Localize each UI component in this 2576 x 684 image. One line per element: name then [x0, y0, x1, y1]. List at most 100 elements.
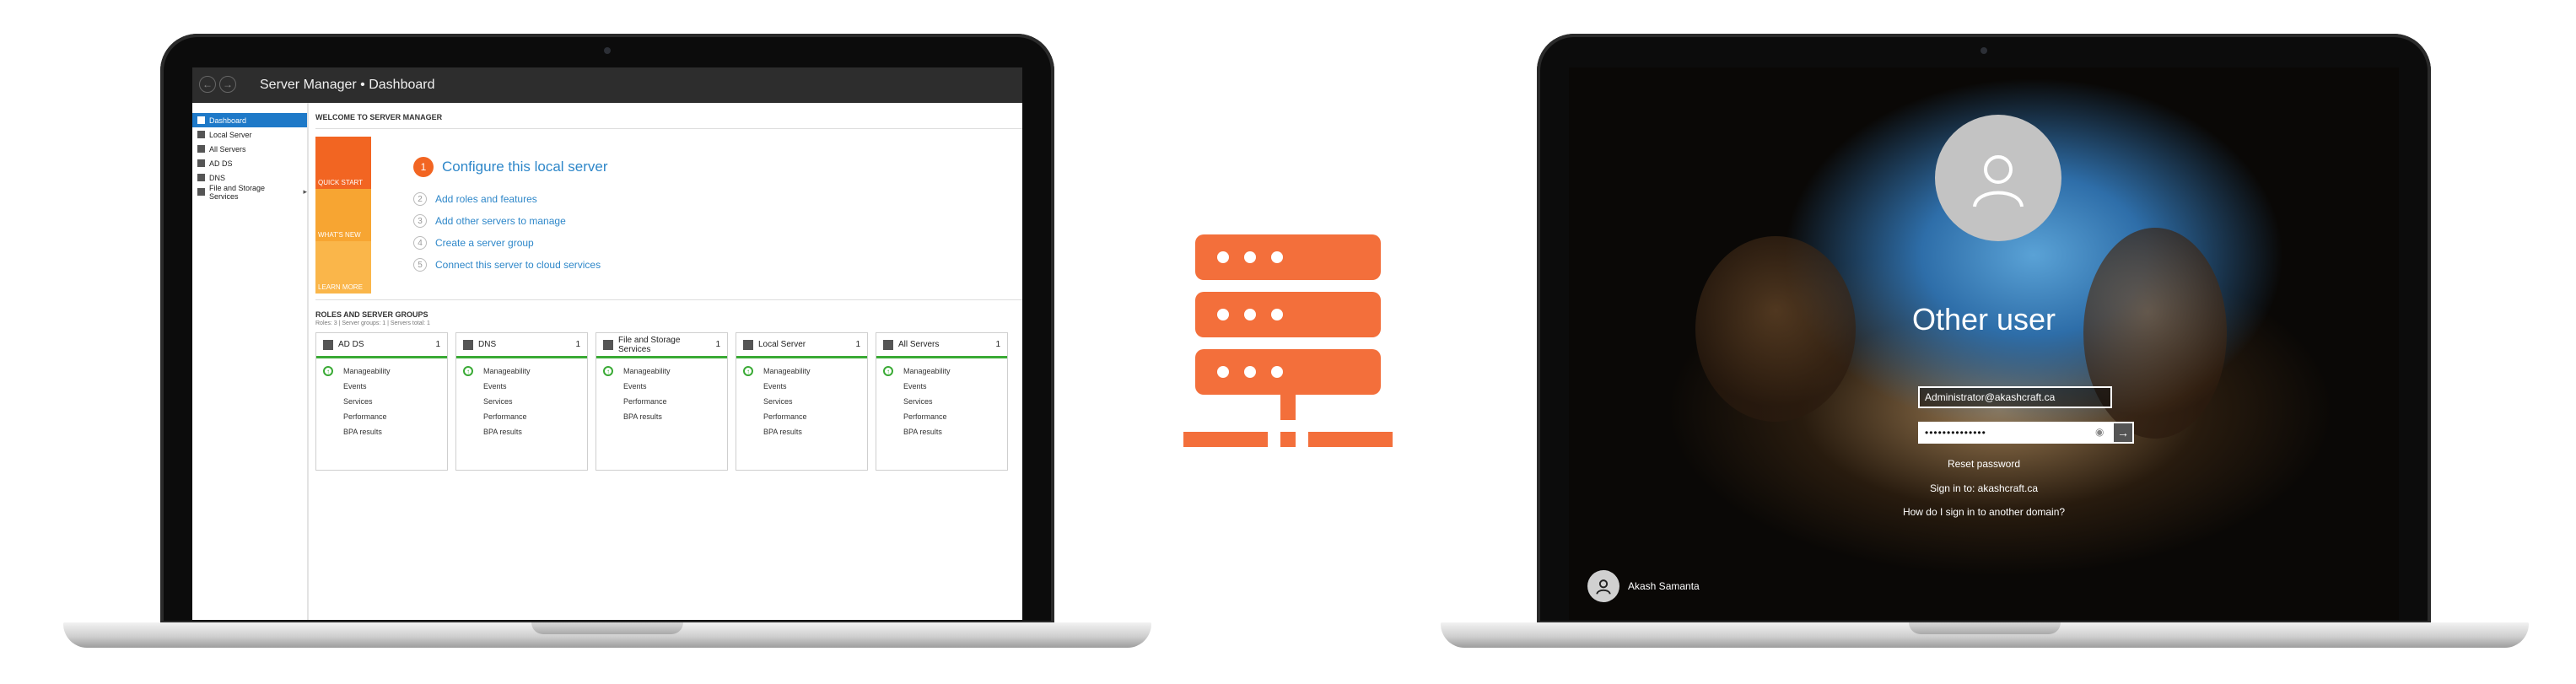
laptop-lid: ← → Server Manager • Dashboard Dashboard… — [160, 34, 1054, 624]
quick-start-tab[interactable]: QUICK START — [315, 137, 371, 189]
user-avatar-small — [1587, 570, 1619, 602]
tile-row[interactable]: Services — [743, 394, 811, 409]
step-number: 2 — [413, 192, 427, 206]
account-switcher[interactable]: Akash Samanta — [1587, 570, 1700, 602]
tile-count: 1 — [715, 340, 720, 349]
forward-arrow-icon[interactable]: → — [219, 76, 236, 93]
learn-more-tab[interactable]: LEARN MORE — [315, 241, 371, 294]
sidebar-item-local-server[interactable]: Local Server — [192, 127, 307, 142]
sign-in-domain-text: Sign in to: akashcraft.ca — [1929, 482, 2039, 494]
server-unit — [1195, 292, 1381, 337]
network-node — [1280, 432, 1296, 447]
title-bar: ← → Server Manager • Dashboard — [192, 67, 1022, 103]
step-cloud-services[interactable]: 5 Connect this server to cloud services — [413, 258, 601, 272]
step-number: 4 — [413, 236, 427, 250]
network-line — [1183, 432, 1268, 447]
dashboard-icon — [197, 116, 205, 124]
tile-all-servers[interactable]: All Servers 1 ↑ Manageability Events Serv… — [876, 332, 1008, 471]
tile-row[interactable]: BPA results — [603, 409, 671, 424]
submit-arrow-button[interactable]: → — [2112, 422, 2134, 444]
eye-icon[interactable]: ◉ — [2095, 426, 2104, 438]
step-add-servers[interactable]: 3 Add other servers to manage — [413, 214, 566, 228]
check-circle-icon: ↑ — [323, 366, 333, 376]
divider — [315, 128, 1022, 129]
user-icon — [1973, 155, 2024, 207]
tile-ad-ds[interactable]: AD DS 1 ↑ Manageability Events Services P… — [315, 332, 448, 471]
network-line — [1308, 432, 1393, 447]
user-icon — [1596, 579, 1611, 595]
sidebar-item-ad-ds[interactable]: AD DS — [192, 156, 307, 170]
tile-row[interactable]: Events — [743, 379, 811, 394]
tile-row[interactable]: Services — [463, 394, 531, 409]
dns-icon — [463, 340, 473, 350]
user-title: Other user — [1911, 302, 2056, 337]
tile-row[interactable]: BPA results — [743, 424, 811, 439]
tile-row[interactable]: Events — [603, 379, 671, 394]
tile-row[interactable]: BPA results — [883, 424, 951, 439]
laptop-base — [63, 622, 1151, 648]
tile-row[interactable]: BPA results — [323, 424, 391, 439]
password-field[interactable]: •••••••••••••• — [1918, 422, 2112, 444]
sidebar-item-dashboard[interactable]: Dashboard — [192, 113, 307, 127]
directory-icon — [323, 340, 333, 350]
tile-row[interactable]: Performance — [883, 409, 951, 424]
tile-count: 1 — [855, 340, 860, 349]
dashboard-main: WELCOME TO SERVER MANAGER QUICK START WH… — [315, 103, 1022, 620]
tile-row[interactable]: ↑ Manageability — [463, 364, 531, 379]
step-number: 5 — [413, 258, 427, 272]
server-icon — [743, 340, 753, 350]
step-configure-server[interactable]: 1 Configure this local server — [413, 157, 608, 177]
servers-icon — [197, 145, 205, 153]
dns-icon — [197, 174, 205, 181]
tile-row[interactable]: BPA results — [463, 424, 531, 439]
tile-dns[interactable]: DNS 1 ↑ Manageability Events Services Per… — [455, 332, 588, 471]
tile-row[interactable]: ↑ Manageability — [883, 364, 951, 379]
network-stem — [1280, 395, 1296, 420]
other-domain-link[interactable]: How do I sign in to another domain? — [1569, 506, 2399, 518]
server-unit — [1195, 234, 1381, 280]
tile-row[interactable]: ↑ Manageability — [323, 364, 391, 379]
tile-file-storage[interactable]: File and Storage Services 1 ↑ Manageabili… — [595, 332, 728, 471]
server-manager-window: ← → Server Manager • Dashboard Dashboard… — [192, 67, 1022, 620]
check-circle-icon: ↑ — [603, 366, 613, 376]
laptop-notch — [531, 622, 683, 634]
tile-row[interactable]: Events — [323, 379, 391, 394]
sidebar-item-all-servers[interactable]: All Servers — [192, 142, 307, 156]
chevron-right-icon[interactable]: ▸ — [303, 187, 307, 197]
server-unit — [1195, 349, 1381, 395]
tile-local-server[interactable]: Local Server 1 ↑ Manageability Events Ser… — [736, 332, 868, 471]
back-arrow-icon[interactable]: ← — [199, 76, 216, 93]
tile-row[interactable]: Performance — [603, 394, 671, 409]
step-create-group[interactable]: 4 Create a server group — [413, 236, 534, 250]
step-number: 1 — [413, 157, 434, 177]
username-field[interactable]: Administrator@akashcraft.ca — [1918, 386, 2112, 408]
roles-heading: ROLES AND SERVER GROUPS — [315, 310, 428, 319]
tile-count: 1 — [575, 340, 580, 349]
tile-row[interactable]: Events — [463, 379, 531, 394]
tile-row[interactable]: ↑ Manageability — [743, 364, 811, 379]
tile-row[interactable]: Services — [323, 394, 391, 409]
tile-row[interactable]: Services — [883, 394, 951, 409]
step-add-roles[interactable]: 2 Add roles and features — [413, 192, 537, 206]
camera — [1981, 47, 1987, 54]
tile-row[interactable]: Performance — [743, 409, 811, 424]
tile-row[interactable]: Performance — [323, 409, 391, 424]
server-icon — [197, 131, 205, 138]
window-title: Server Manager • Dashboard — [260, 78, 435, 92]
tile-row[interactable]: Events — [883, 379, 951, 394]
user-avatar — [1935, 115, 2061, 241]
tile-count: 1 — [435, 340, 440, 349]
whats-new-tab[interactable]: WHAT'S NEW — [315, 189, 371, 241]
reset-password-link[interactable]: Reset password — [1569, 458, 2399, 470]
divider — [315, 299, 1022, 300]
sidebar-item-dns[interactable]: DNS — [192, 170, 307, 185]
account-name: Akash Samanta — [1628, 580, 1700, 592]
check-circle-icon: ↑ — [883, 366, 893, 376]
servers-icon — [883, 340, 893, 350]
sidebar: Dashboard Local Server All Servers AD DS — [192, 103, 309, 620]
storage-icon — [603, 340, 613, 350]
tile-row[interactable]: Performance — [463, 409, 531, 424]
sidebar-item-file-storage[interactable]: File and Storage Services ▸ — [192, 184, 307, 201]
camera — [604, 47, 611, 54]
tile-row[interactable]: ↑ Manageability — [603, 364, 671, 379]
